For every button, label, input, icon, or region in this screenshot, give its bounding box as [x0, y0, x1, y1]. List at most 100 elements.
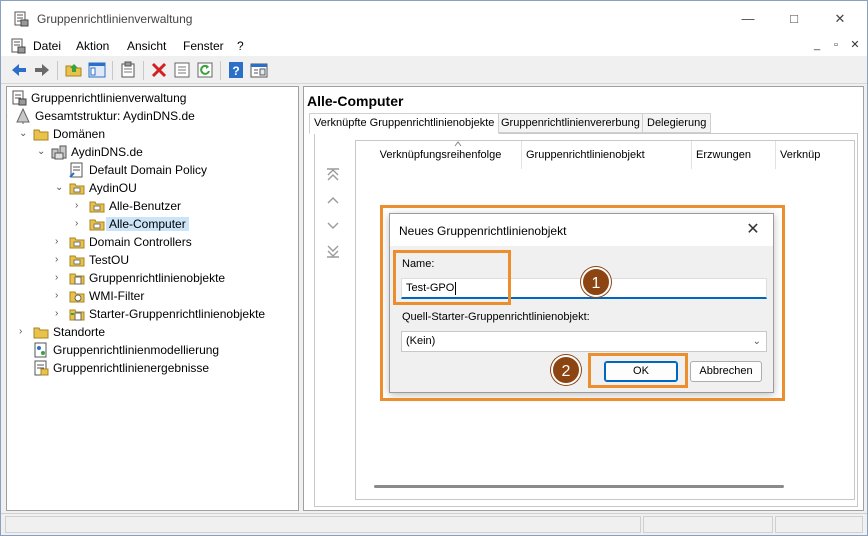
refresh-icon[interactable] [196, 61, 214, 79]
tree-node[interactable]: Gruppenrichtlinienmodellierung [7, 341, 297, 359]
tree-node[interactable]: Gruppenrichtlinienverwaltung [7, 89, 297, 107]
dialog-close-button[interactable]: ✕ [741, 219, 765, 241]
maximize-button[interactable]: □ [771, 1, 817, 37]
tree-node[interactable]: › Alle-Benutzer [7, 197, 297, 215]
column-link-order[interactable]: Verknüpfungsreihenfolge [356, 141, 522, 169]
forest-icon [16, 108, 30, 124]
tree-node[interactable]: › WMI-Filter [7, 287, 297, 305]
toolbar-separator [112, 61, 113, 80]
tree-node-label: Gesamtstruktur: AydinDNS.de [35, 109, 195, 123]
cancel-button[interactable]: Abbrechen [690, 361, 762, 382]
mdi-close-button[interactable]: ✕ [847, 38, 863, 54]
clipboard-icon[interactable] [119, 61, 137, 79]
svg-text:?: ? [232, 64, 239, 78]
chevron-right-icon[interactable]: › [75, 200, 85, 212]
title-bar: Gruppenrichtlinienverwaltung — □ ✕ [1, 1, 867, 37]
tab-inheritance[interactable]: Gruppenrichtlinienvererbung [496, 113, 645, 133]
tree-node[interactable]: › TestOU [7, 251, 297, 269]
ok-button[interactable]: OK [604, 361, 678, 382]
tree-node[interactable]: ⌄ AydinOU [7, 179, 297, 197]
starter-gpo-label: Quell-Starter-Gruppenrichtlinienobjekt: [402, 311, 590, 323]
properties-icon[interactable] [173, 61, 191, 79]
tree-node[interactable]: ⌄ Gesamtstruktur: AydinDNS.de [7, 107, 297, 125]
app-window: Gruppenrichtlinienverwaltung — □ ✕ Datei… [0, 0, 868, 536]
chevron-down-icon[interactable]: ⌄ [55, 182, 65, 194]
text-caret [455, 281, 457, 295]
move-down-icon[interactable] [325, 218, 341, 234]
column-enforced[interactable]: Erzwungen [692, 141, 776, 169]
minimize-button[interactable]: — [725, 1, 771, 37]
mdi-restore-button[interactable]: ▫ [828, 38, 844, 54]
domain-icon [51, 145, 67, 160]
chevron-right-icon[interactable]: › [55, 272, 65, 284]
mdi-minimize-button[interactable]: _ [809, 38, 825, 54]
tree-node[interactable]: ⌄ Domänen [7, 125, 297, 143]
tree-node[interactable]: Gruppenrichtlinienergebnisse [7, 359, 297, 377]
menu-datei[interactable]: Datei [33, 39, 61, 53]
menu-aktion[interactable]: Aktion [76, 39, 109, 53]
tree-node-label: Alle-Computer [106, 217, 189, 231]
tree-node-label: AydinDNS.de [71, 145, 143, 159]
starter-gpo-select[interactable]: (Kein) ⌄ [401, 331, 767, 352]
column-gpo[interactable]: Gruppenrichtlinienobjekt [522, 141, 692, 169]
tree-node[interactable]: › Domain Controllers [7, 233, 297, 251]
tree-node-label: WMI-Filter [89, 289, 145, 303]
tree-node-label: Gruppenrichtlinienmodellierung [53, 343, 220, 357]
menu-fenster[interactable]: Fenster [183, 39, 224, 53]
back-arrow-icon[interactable] [10, 61, 28, 79]
tree-node[interactable]: › Starter-Gruppenrichtlinienobjekte [7, 305, 297, 323]
delete-icon[interactable] [150, 61, 168, 79]
forward-arrow-icon[interactable] [33, 61, 51, 79]
tab-linked-gpos[interactable]: Verknüpfte Gruppenrichtlinienobjekte [309, 113, 500, 134]
tree-node[interactable]: › Gruppenrichtlinienobjekte [7, 269, 297, 287]
chevron-down-icon[interactable]: ⌄ [7, 110, 11, 122]
new-gpo-dialog: Neues Gruppenrichtlinienobjekt ✕ Name: T… [389, 213, 774, 393]
chevron-right-icon[interactable]: › [19, 326, 29, 338]
status-cell-3 [775, 516, 863, 533]
chevron-down-icon[interactable]: ⌄ [37, 146, 47, 158]
chevron-right-icon[interactable]: › [55, 254, 65, 266]
tree-node-label: AydinOU [89, 181, 137, 195]
tree-node-label: Starter-Gruppenrichtlinienobjekte [89, 307, 266, 321]
wmi-folder-icon [69, 291, 85, 303]
menu-ansicht[interactable]: Ansicht [127, 39, 166, 53]
dialog-title-bar: Neues Gruppenrichtlinienobjekt ✕ [390, 214, 773, 246]
move-top-icon[interactable] [325, 166, 341, 182]
tree-node-label: Domain Controllers [89, 235, 192, 249]
help-icon[interactable]: ? [227, 61, 245, 79]
toolbar-separator [143, 61, 144, 80]
tree-node[interactable]: ⌄ AydinDNS.de [7, 143, 297, 161]
menu-help[interactable]: ? [237, 39, 244, 53]
tree-node[interactable]: Default Domain Policy [7, 161, 297, 179]
tree-node-label: Domänen [53, 127, 106, 141]
folder-icon [33, 129, 49, 141]
console-icon[interactable] [250, 61, 268, 79]
tree-node[interactable]: › Alle-Computer [7, 215, 297, 233]
horizontal-scrollbar[interactable] [374, 485, 784, 488]
tree-node[interactable]: › Standorte [7, 323, 297, 341]
move-up-icon[interactable] [325, 192, 341, 208]
console-tree[interactable]: Gruppenrichtlinienverwaltung ⌄ Gesamtstruk… [6, 86, 299, 511]
chevron-right-icon[interactable]: › [75, 218, 85, 230]
show-tree-icon[interactable] [88, 61, 106, 79]
folder-up-icon[interactable] [65, 61, 83, 79]
chevron-down-icon[interactable]: ⌄ [19, 128, 29, 140]
gpo-folder-icon [69, 273, 85, 285]
tree-node-label: TestOU [89, 253, 130, 267]
status-cell-2 [643, 516, 773, 533]
console-menu-icon[interactable] [10, 38, 26, 54]
chevron-right-icon[interactable]: › [55, 236, 65, 248]
tree-node-label: Alle-Benutzer [109, 199, 182, 213]
step-1-badge: 1 [581, 267, 611, 297]
column-link-enabled[interactable]: Verknüp [776, 141, 856, 169]
gpmc-app-icon [14, 11, 29, 27]
chevron-right-icon[interactable]: › [55, 290, 65, 302]
tree-node-label: Gruppenrichtlinienergebnisse [53, 361, 210, 375]
close-button[interactable]: ✕ [817, 1, 863, 37]
ou-folder-icon [89, 201, 105, 213]
tab-delegation[interactable]: Delegierung [642, 113, 712, 133]
move-bottom-icon[interactable] [325, 244, 341, 260]
chevron-right-icon[interactable]: › [55, 308, 65, 320]
tree-node-label: Gruppenrichtlinienverwaltung [31, 91, 187, 105]
ou-folder-icon [89, 219, 105, 231]
